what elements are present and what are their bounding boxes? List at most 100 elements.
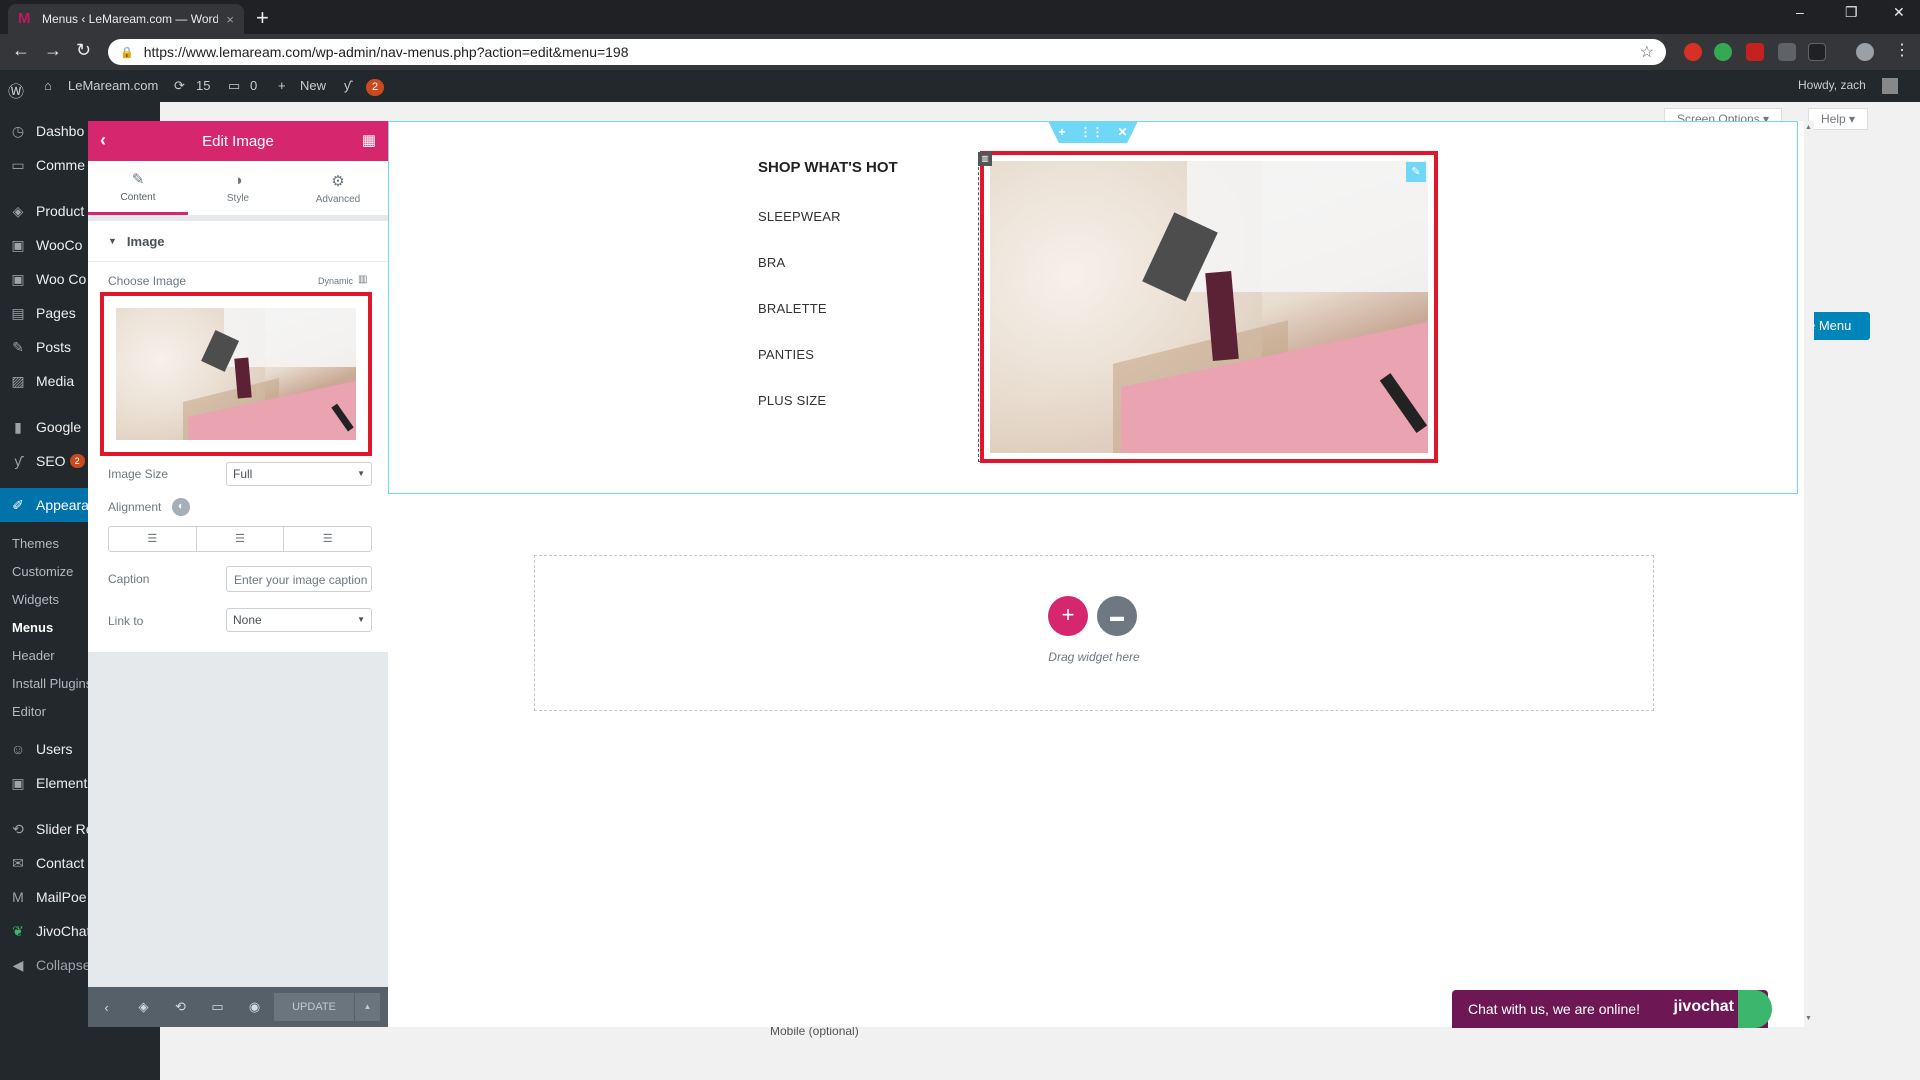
caption-input[interactable]: Enter your image caption	[226, 566, 372, 592]
menu-link-bra[interactable]: BRA	[758, 255, 785, 270]
dashboard-icon: ◷	[11, 122, 25, 139]
settings-chevron-icon[interactable]: ‹	[88, 1000, 125, 1015]
slider-icon: ⟲	[12, 820, 24, 837]
preview-scrollbar[interactable]: ▲ ▼	[1804, 121, 1814, 1027]
browser-tab[interactable]: M Menus ‹ LeMaream.com — Word ×	[8, 4, 244, 34]
update-options-icon[interactable]: ▲	[354, 993, 380, 1021]
tab-advanced[interactable]: ⚙ Advanced	[288, 161, 388, 215]
template-library-folder-icon[interactable]: ▬	[1097, 596, 1137, 636]
empty-section-drop-area: + ▬ Drag widget here	[534, 555, 1654, 711]
preview-eye-icon[interactable]: ◉	[236, 999, 273, 1015]
drag-handle-icon[interactable]: ⋮⋮	[1079, 125, 1103, 139]
extension-icon[interactable]	[1684, 43, 1702, 61]
extension-icon[interactable]	[1714, 43, 1732, 61]
widgets-grid-icon[interactable]: ▦	[362, 131, 376, 149]
new-tab-button[interactable]: +	[256, 5, 269, 31]
wp-admin-bar: Ⓦ ⌂ LeMaream.com ⟳ 15 ▭ 0 + New ƴ 2 Howd…	[0, 70, 1920, 102]
sidebar-sub-menus[interactable]: Menus	[12, 620, 53, 635]
profile-avatar[interactable]	[1856, 43, 1874, 61]
extension-icon[interactable]	[1746, 43, 1764, 61]
comments-icon[interactable]: ▭	[228, 78, 240, 94]
woo-icon: ▣	[11, 236, 25, 253]
back-arrow-icon[interactable]: ←	[12, 40, 30, 61]
lock-icon: 🔒	[120, 46, 134, 59]
update-button[interactable]: UPDATE	[274, 993, 354, 1021]
new-link[interactable]: New	[300, 78, 326, 93]
navigator-icon[interactable]: ◈	[125, 999, 162, 1015]
caption-label: Caption	[108, 572, 150, 586]
sidebar-sub-header[interactable]: Header	[12, 648, 55, 663]
image-thumbnail	[116, 308, 356, 440]
howdy-link[interactable]: Howdy, zach	[1798, 78, 1866, 92]
help-button[interactable]: Help ▾	[1808, 108, 1869, 130]
site-name-link[interactable]: LeMaream.com	[68, 78, 158, 93]
close-window-button[interactable]: ✕	[1893, 4, 1905, 21]
yoast-icon[interactable]: ƴ	[344, 78, 351, 93]
panel-tabs: ✎ Content ◑ Style ⚙ Advanced	[88, 161, 388, 215]
plus-icon[interactable]: +	[278, 78, 286, 93]
dynamic-label[interactable]: Dynamic	[318, 276, 353, 286]
updates-icon[interactable]: ⟳	[174, 78, 185, 94]
add-new-section-button[interactable]: +	[1048, 596, 1088, 636]
tab-title: Menus ‹ LeMaream.com — Word	[42, 12, 219, 26]
link-to-select[interactable]: None ▼	[226, 608, 372, 632]
minimize-button[interactable]: –	[1796, 4, 1804, 20]
sidebar-sub-install-plugins[interactable]: Install Plugins	[12, 676, 92, 691]
forward-arrow-icon[interactable]: →	[44, 40, 62, 61]
menu-link-panties[interactable]: PANTIES	[758, 347, 814, 362]
updates-count[interactable]: 15	[196, 78, 210, 93]
menu-link-bralette[interactable]: BRALETTE	[758, 301, 827, 316]
align-right-icon[interactable]: ☰	[284, 527, 371, 551]
jivochat-widget[interactable]: Chat with us, we are online! jivochat	[1452, 990, 1772, 1028]
responsive-icon[interactable]: ◐	[172, 498, 190, 516]
extension-icon[interactable]	[1808, 43, 1826, 61]
align-center-icon[interactable]: ☰	[197, 527, 285, 551]
seo-badge: 2	[69, 454, 85, 468]
sidebar-sub-widgets[interactable]: Widgets	[12, 592, 59, 607]
add-section-icon[interactable]: +	[1058, 125, 1065, 139]
bookmark-star-icon[interactable]: ☆	[1640, 42, 1654, 62]
tab-content[interactable]: ✎ Content	[88, 161, 188, 215]
tab-style[interactable]: ◑ Style	[188, 161, 288, 215]
user-avatar[interactable]	[1882, 78, 1898, 94]
browser-toolbar: ← → ↻ 🔒 https://www.lemaream.com/wp-admi…	[0, 34, 1920, 70]
caret-down-icon: ▼	[108, 236, 117, 246]
dropdown-arrow-icon: ▼	[357, 469, 365, 478]
woo-icon: ▣	[11, 270, 25, 287]
users-icon: ☺	[10, 741, 26, 757]
image-size-select[interactable]: Full ▼	[226, 462, 372, 486]
edit-widget-pencil-icon[interactable]: ✎	[1406, 162, 1426, 182]
scroll-up-icon[interactable]: ▲	[1805, 124, 1812, 131]
delete-section-icon[interactable]: ✕	[1117, 125, 1127, 139]
tab-close-icon[interactable]: ×	[226, 12, 234, 27]
link-to-label: Link to	[108, 614, 144, 628]
panel-header: ‹ Edit Image ▦	[88, 121, 388, 161]
history-icon[interactable]: ⟲	[162, 999, 199, 1015]
extension-icon[interactable]	[1778, 43, 1796, 61]
sidebar-sub-customize[interactable]: Customize	[12, 564, 73, 579]
column-handle-icon[interactable]: ▥	[978, 152, 992, 166]
product-image[interactable]	[988, 159, 1430, 455]
scroll-down-icon[interactable]: ▼	[1805, 1015, 1812, 1022]
wordpress-logo-icon[interactable]: Ⓦ	[8, 78, 24, 102]
align-left-icon[interactable]: ☰	[109, 527, 197, 551]
menu-kebab-icon[interactable]: ⋮	[1894, 40, 1910, 60]
image-picker[interactable]	[100, 292, 372, 456]
home-icon[interactable]: ⌂	[44, 78, 52, 93]
restore-button[interactable]: ❐	[1845, 4, 1858, 21]
responsive-mode-icon[interactable]: ▭	[199, 999, 236, 1015]
menu-link-plus-size[interactable]: PLUS SIZE	[758, 393, 826, 408]
back-chevron-icon[interactable]: ‹	[100, 130, 106, 151]
choose-image-label: Choose Image	[108, 274, 187, 288]
section-handle: + ⋮⋮ ✕	[1048, 121, 1138, 143]
reload-icon[interactable]: ↻	[76, 40, 91, 61]
sidebar-sub-themes[interactable]: Themes	[12, 536, 59, 551]
section-image-toggle[interactable]: ▼ Image	[88, 221, 388, 261]
seo-icon: ƴ	[14, 453, 22, 469]
browser-tab-bar: M Menus ‹ LeMaream.com — Word × + – ❐ ✕	[0, 0, 1920, 34]
comments-count[interactable]: 0	[250, 78, 257, 93]
database-icon[interactable]: ▥	[358, 274, 367, 285]
menu-link-sleepwear[interactable]: SLEEPWEAR	[758, 209, 841, 224]
sidebar-sub-editor[interactable]: Editor	[12, 704, 46, 719]
address-bar[interactable]: 🔒 https://www.lemaream.com/wp-admin/nav-…	[108, 39, 1666, 65]
